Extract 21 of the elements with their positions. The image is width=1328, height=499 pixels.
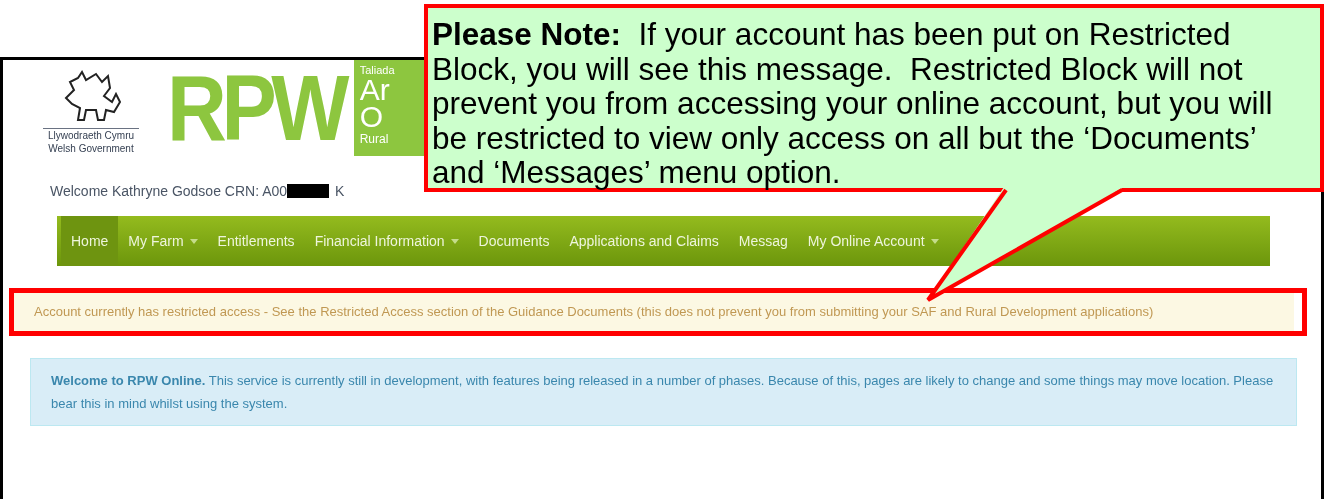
nav-item[interactable]: Messag	[728, 216, 798, 266]
nav-item[interactable]: Home	[61, 216, 119, 266]
nav-item[interactable]: Entitlements	[207, 216, 305, 266]
nav-item[interactable]: My Farm	[118, 216, 208, 266]
warning-alert: Account currently has restricted access - See the Restricted Access section of the Guidance Documents (this does not prevent you from submitting your SAF and Rural Development applications)	[14, 293, 1294, 331]
redaction-bar	[287, 184, 330, 198]
brand-logo-text: RPW	[167, 62, 344, 154]
info-alert: Welcome to RPW Online. This service is currently still in development, with features being released in a number of phases. Because of this, pages are likely to change and some things may move location. Please bear this in mind whilst using the system.	[30, 358, 1297, 426]
nav-item[interactable]: Financial Information	[304, 216, 469, 266]
callout-note: Please Note: If your account has been put on Restricted Block, you will see this message. Restricted Block will not prevent you from accessing your online account, but you will be restricted to view only access on all but the ‘Documents’ and ‘Messages’ menu option.	[432, 17, 1274, 190]
nav-item[interactable]: Applications and Claims	[559, 216, 729, 266]
nav-item[interactable]: My Online Account	[797, 216, 949, 266]
org-name: Llywodraeth Cymru	[47, 129, 135, 142]
banner-text: Ar	[359, 77, 390, 103]
org-name: Welsh Government	[48, 142, 134, 155]
banner-text: Rural	[359, 131, 390, 147]
nav-item[interactable]: Documents	[468, 216, 560, 266]
welcome-text: Welcome Kathryne Godsoe CRN: A00	[50, 181, 288, 201]
welcome-text: K	[335, 181, 345, 201]
banner-text: Taliada	[359, 63, 396, 77]
banner-text: O	[359, 103, 384, 131]
